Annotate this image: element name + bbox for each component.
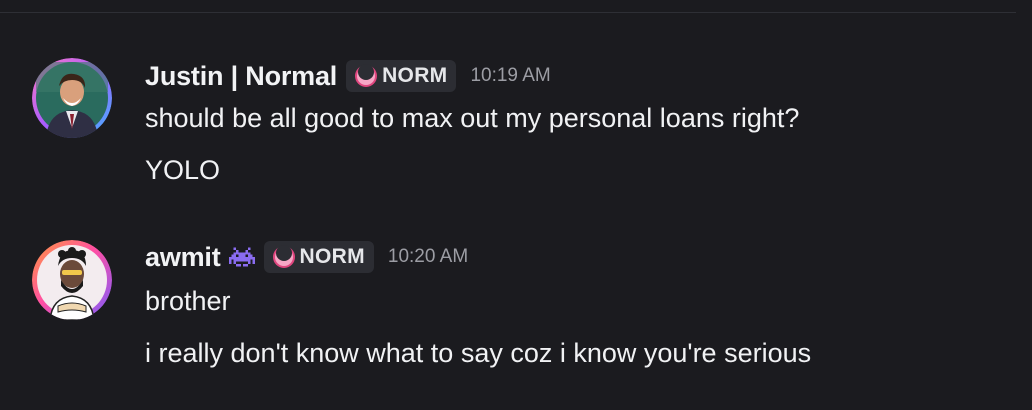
purple-space-invader-icon <box>228 247 255 267</box>
pink-crescent-icon <box>355 64 378 87</box>
username[interactable]: awmit <box>145 242 221 273</box>
message-text: should be all good to max out my persona… <box>145 103 800 133</box>
tag-label: NORM <box>299 245 365 268</box>
avatar-justin-icon <box>32 58 112 138</box>
avatar-awmit-icon <box>32 240 112 320</box>
username[interactable]: Justin | Normal <box>145 61 337 92</box>
timestamp[interactable]: 10:19 AM <box>470 65 550 87</box>
pink-crescent-icon <box>272 245 295 268</box>
message-header: Justin | Normal NORM 10:19 AM <box>145 58 551 94</box>
message-text: brother <box>145 286 231 316</box>
avatar[interactable] <box>32 58 112 138</box>
timestamp[interactable]: 10:20 AM <box>388 246 468 268</box>
divider <box>0 12 1016 13</box>
server-tag[interactable]: NORM <box>346 60 457 92</box>
server-tag[interactable]: NORM <box>263 241 374 273</box>
message-text: YOLO <box>145 155 221 185</box>
avatar[interactable] <box>32 240 112 320</box>
chat-view: Justin | Normal NORM 10:19 AM should be … <box>0 0 1032 410</box>
tag-label: NORM <box>382 64 448 87</box>
message-header: awmit NORM 10:20 AM <box>145 239 468 275</box>
message-text: i really don't know what to say coz i kn… <box>145 338 812 368</box>
